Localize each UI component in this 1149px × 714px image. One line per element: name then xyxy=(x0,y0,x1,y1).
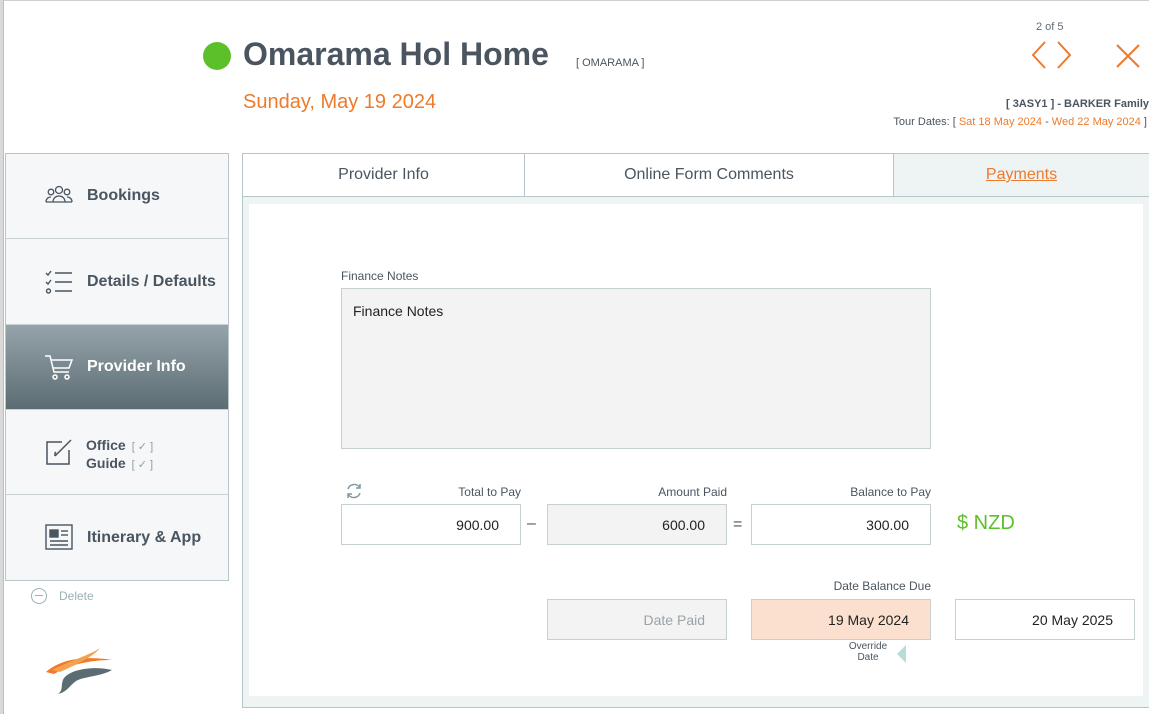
service-date: Sunday, May 19 2024 xyxy=(243,91,437,113)
booking-reference: [ 3ASY1 ] - BARKER Family xyxy=(1005,98,1149,110)
override-arrow-icon[interactable] xyxy=(897,645,906,663)
balance-to-pay-field[interactable] xyxy=(751,504,931,545)
sidebar: Bookings Details / Defaults Provider Inf… xyxy=(5,153,229,581)
finance-notes-label: Finance Notes xyxy=(341,269,419,283)
office-label: Office xyxy=(86,437,126,453)
office-label-row: Office [ ✓ ] xyxy=(86,437,153,455)
sidebar-item-office-guide[interactable]: Office [ ✓ ] Guide [ ✓ ] xyxy=(6,410,228,495)
top-border xyxy=(0,0,1149,1)
edit-icon xyxy=(46,439,72,465)
chevron-right-icon xyxy=(1057,41,1072,69)
guide-label: Guide xyxy=(86,455,126,471)
tab-payments[interactable]: Payments xyxy=(894,154,1149,197)
office-check: [ ✓ ] xyxy=(131,441,154,453)
balance-to-pay-label: Balance to Pay xyxy=(850,485,931,499)
previous-button[interactable] xyxy=(1030,39,1048,77)
amount-paid-label: Amount Paid xyxy=(658,485,727,499)
delete-label: Delete xyxy=(59,589,94,603)
remove-circle-icon xyxy=(31,588,47,604)
tour-dates: Tour Dates: [ Sat 18 May 2024 - Wed 22 M… xyxy=(893,116,1147,128)
minus-sign: – xyxy=(527,515,536,532)
people-icon xyxy=(45,185,73,203)
sidebar-item-label: Provider Info xyxy=(87,358,186,375)
checklist-icon xyxy=(45,270,72,294)
newspaper-icon xyxy=(45,524,73,550)
tour-dates-close: ] xyxy=(1140,116,1147,128)
date-paid-field[interactable] xyxy=(547,599,727,640)
sidebar-item-label: Details / Defaults xyxy=(87,273,216,290)
tab-online-form-comments[interactable]: Online Form Comments xyxy=(525,154,894,197)
sidebar-item-bookings[interactable]: Bookings xyxy=(6,154,228,239)
tour-start-date: Sat 18 May 2024 xyxy=(958,116,1043,128)
cart-icon xyxy=(45,355,74,380)
status-indicator xyxy=(203,42,231,70)
date-balance-due-label: Date Balance Due xyxy=(833,579,931,593)
override-date-label: Override Date xyxy=(843,641,893,663)
close-icon xyxy=(1116,44,1140,68)
provider-code: [ OMARAMA ] xyxy=(576,57,645,69)
total-to-pay-field[interactable] xyxy=(341,504,521,545)
sidebar-item-label: Bookings xyxy=(87,187,160,204)
sidebar-item-label: Itinerary & App xyxy=(87,528,202,546)
tab-provider-info[interactable]: Provider Info xyxy=(243,154,525,197)
record-counter: 2 of 5 xyxy=(1036,21,1064,33)
override-line-2: Date xyxy=(857,652,879,663)
close-button[interactable] xyxy=(1112,40,1144,72)
tour-date-separator: - xyxy=(1042,116,1052,128)
sidebar-item-provider-info[interactable]: Provider Info xyxy=(6,325,228,410)
override-date-field[interactable] xyxy=(955,599,1135,640)
amount-paid-field[interactable] xyxy=(547,504,727,545)
guide-check: [ ✓ ] xyxy=(131,459,154,471)
page-title: Omarama Hol Home xyxy=(243,36,549,72)
sidebar-item-itinerary-app[interactable]: Itinerary & App xyxy=(6,495,228,580)
chevron-left-icon xyxy=(1031,41,1046,69)
tour-dates-label: Tour Dates: [ xyxy=(893,116,956,128)
company-logo xyxy=(46,648,112,694)
office-guide-labels: Office [ ✓ ] Guide [ ✓ ] xyxy=(86,437,153,473)
guide-label-row: Guide [ ✓ ] xyxy=(86,455,153,473)
next-button[interactable] xyxy=(1055,39,1073,77)
currency-label: $ NZD xyxy=(957,512,1015,534)
left-window-edge xyxy=(0,0,4,714)
tour-end-date: Wed 22 May 2024 xyxy=(1051,116,1141,128)
equals-sign: = xyxy=(733,516,743,533)
sidebar-item-details-defaults[interactable]: Details / Defaults xyxy=(6,240,228,325)
delete-button[interactable]: Delete xyxy=(31,588,94,604)
finance-notes-field[interactable]: Finance Notes xyxy=(341,288,931,449)
total-to-pay-label: Total to Pay xyxy=(458,485,521,499)
override-line-1: Override xyxy=(848,641,888,652)
tab-bar: Provider Info Online Form Comments Payme… xyxy=(243,154,1149,197)
date-balance-due-field[interactable] xyxy=(751,599,931,640)
